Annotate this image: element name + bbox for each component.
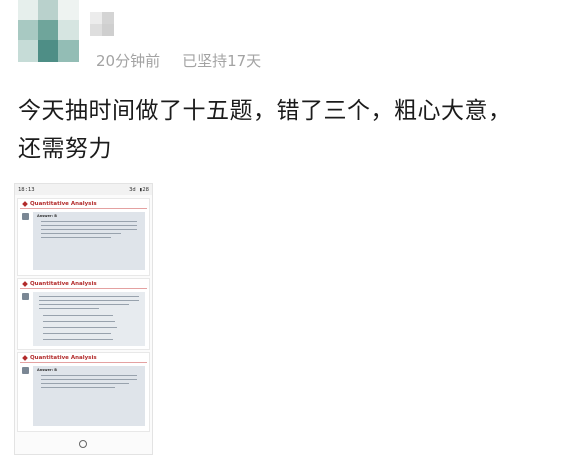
diamond-icon [22, 201, 28, 207]
post-text: 今天抽时间做了十五题，错了三个，粗心大意， 还需努力 [18, 92, 558, 168]
panel-title: Quantitative Analysis [18, 199, 149, 208]
post-meta: 20分钟前 已坚持17天 [96, 50, 261, 71]
streak-days: 已坚持17天 [182, 52, 262, 70]
phone-status-time: 18:13 [18, 186, 35, 193]
question-panel-3: Quantitative Analysis Answer: B [17, 352, 150, 432]
post-text-line1: 今天抽时间做了十五题，错了三个，粗心大意， [18, 98, 512, 124]
home-button[interactable] [79, 440, 87, 448]
question-icon [22, 293, 29, 300]
panel-title-text: Quantitative Analysis [30, 355, 97, 361]
post-text-line2: 还需努力 [18, 136, 112, 162]
phone-status-extra: 3d [129, 186, 136, 193]
title-rule [20, 288, 147, 289]
answer-card: Answer: B [33, 366, 145, 426]
question-icon [22, 213, 29, 220]
question-icon [22, 367, 29, 374]
panel-title: Quantitative Analysis [18, 279, 149, 288]
question-panel-1: Quantitative Analysis Answer: B [17, 198, 150, 276]
panel-title: Quantitative Analysis [18, 353, 149, 362]
title-rule [20, 362, 147, 363]
phone-status-battery: 28 [142, 186, 149, 193]
phone-status-icons: 3d ▮28 [129, 187, 149, 193]
diamond-icon [22, 355, 28, 361]
attached-screenshot[interactable]: 18:13 3d ▮28 Quantitative Analysis Answe… [14, 183, 153, 455]
answer-label: Answer: B [37, 368, 57, 372]
panel-title-text: Quantitative Analysis [30, 201, 97, 207]
post-timestamp: 20分钟前 [96, 52, 161, 70]
answer-card: Answer: B [33, 212, 145, 270]
question-card [33, 292, 145, 346]
answer-label: Answer: B [37, 214, 57, 218]
avatar[interactable] [18, 0, 79, 62]
username-blurred[interactable] [90, 12, 124, 36]
panel-title-text: Quantitative Analysis [30, 281, 97, 287]
phone-status-bar: 18:13 3d ▮28 [15, 184, 152, 195]
diamond-icon [22, 281, 28, 287]
title-rule [20, 208, 147, 209]
question-panel-2: Quantitative Analysis [17, 278, 150, 350]
